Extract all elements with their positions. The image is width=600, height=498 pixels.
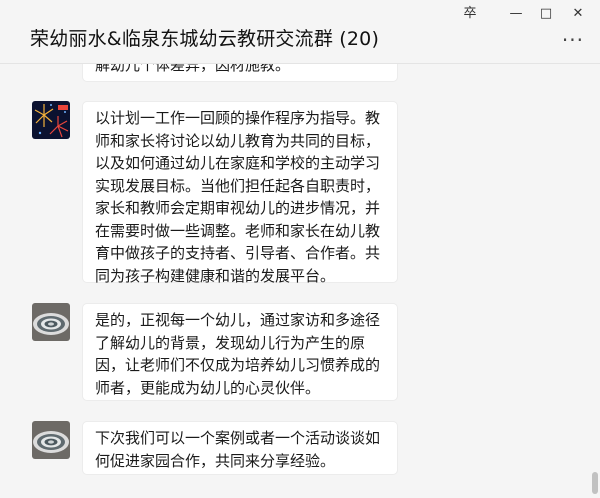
fireworks-avatar[interactable]: [32, 101, 70, 139]
ripple-avatar[interactable]: [32, 421, 70, 459]
message-text: 解幼儿个体差异，因材施教。: [95, 64, 291, 74]
message-text: 以计划一工作一回顾的操作程序为指导。教师和家长将讨论以幼儿教育为共同的目标，以及…: [95, 109, 381, 285]
message-bubble[interactable]: 是的，正视每一个幼儿，通过家访和多途径了解幼儿的背景，发现幼儿行为产生的原因，让…: [82, 303, 398, 401]
message-bubble[interactable]: 以计划一工作一回顾的操作程序为指导。教师和家长将讨论以幼儿教育为共同的目标，以及…: [82, 101, 398, 285]
chat-title: 荣幼丽水&临泉东城幼云教研交流群 (20): [30, 28, 380, 50]
message-bubble[interactable]: 下次我们可以一个案例或者一个活动谈谈如何促进家园合作，共同来分享经验。: [82, 421, 398, 475]
minimize-button[interactable]: —: [504, 4, 528, 22]
scrollbar-thumb[interactable]: [592, 472, 598, 494]
message-text: 是的，正视每一个幼儿，通过家访和多途径了解幼儿的背景，发现幼儿行为产生的原因，让…: [95, 311, 381, 397]
maximize-button[interactable]: □: [534, 4, 558, 22]
message-bubble[interactable]: 解幼儿个体差异，因材施教。: [82, 64, 398, 82]
message-text: 下次我们可以一个案例或者一个活动谈谈如何促进家园合作，共同来分享经验。: [95, 429, 381, 470]
more-options-button[interactable]: ···: [562, 30, 584, 50]
pin-icon[interactable]: 卒: [458, 4, 482, 22]
ripple-avatar[interactable]: [32, 303, 70, 341]
close-button[interactable]: ✕: [566, 4, 590, 22]
title-bar: 荣幼丽水&临泉东城幼云教研交流群 (20) 卒 — □ ✕ ···: [0, 0, 600, 64]
message-list[interactable]: 解幼儿个体差异，因材施教。 以计划一工作一回顾的操作程序为指导。教师和家长将讨论…: [0, 64, 600, 498]
